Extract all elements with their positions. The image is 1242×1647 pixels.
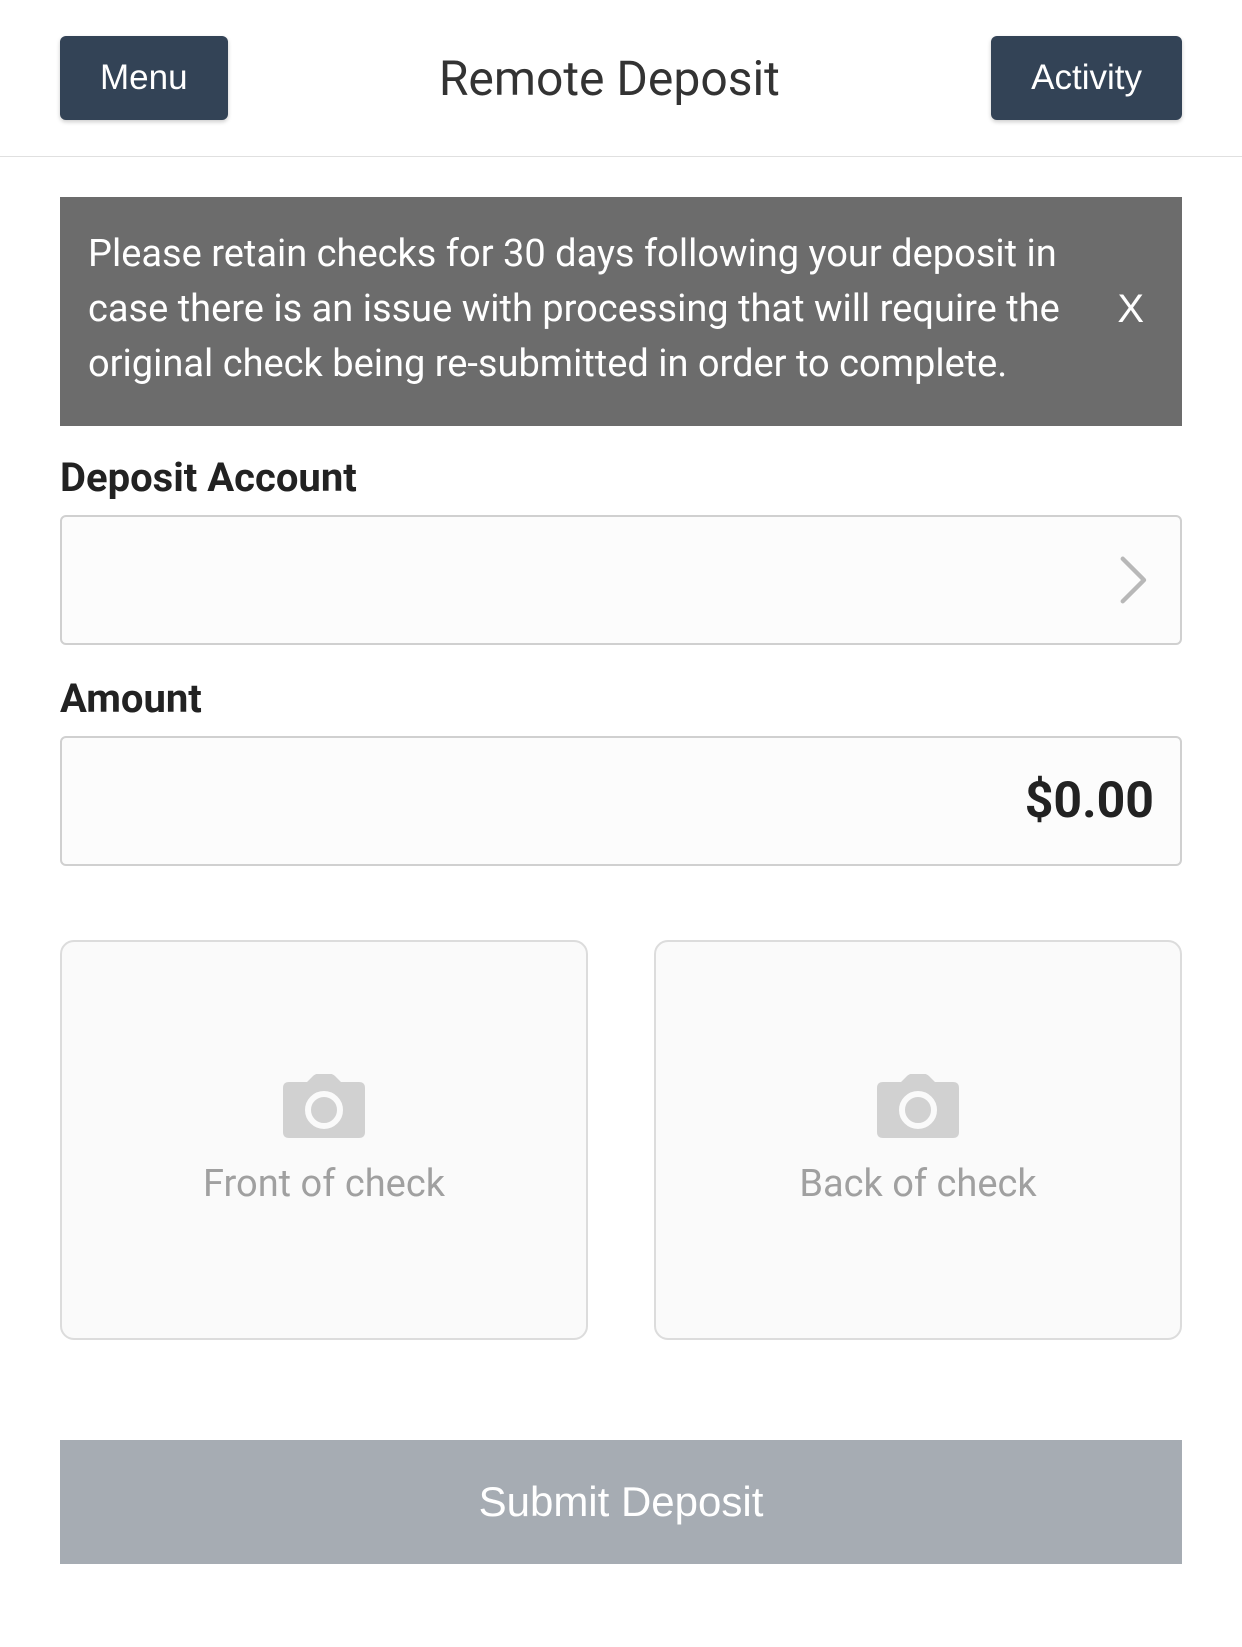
- amount-input[interactable]: $0.00: [60, 736, 1182, 866]
- close-icon[interactable]: X: [1107, 287, 1154, 332]
- amount-value: $0.00: [1025, 772, 1154, 830]
- menu-button[interactable]: Menu: [60, 36, 228, 120]
- header: Menu Remote Deposit Activity: [0, 0, 1242, 157]
- amount-label: Amount: [60, 675, 1182, 722]
- chevron-right-icon: [1118, 555, 1150, 605]
- camera-icon: [877, 1074, 959, 1138]
- submit-deposit-button[interactable]: Submit Deposit: [60, 1440, 1182, 1564]
- front-of-check-capture[interactable]: Front of check: [60, 940, 588, 1340]
- deposit-account-label: Deposit Account: [60, 454, 1182, 501]
- deposit-account-select[interactable]: [60, 515, 1182, 645]
- back-label: Back of check: [799, 1162, 1036, 1206]
- capture-row: Front of check Back of check: [60, 940, 1182, 1340]
- notice-text: Please retain checks for 30 days followi…: [88, 227, 1077, 392]
- camera-icon: [283, 1074, 365, 1138]
- notice-banner: Please retain checks for 30 days followi…: [60, 197, 1182, 426]
- activity-button[interactable]: Activity: [991, 36, 1182, 120]
- page-title: Remote Deposit: [228, 50, 992, 107]
- content: Please retain checks for 30 days followi…: [0, 157, 1242, 1564]
- front-label: Front of check: [203, 1162, 445, 1206]
- back-of-check-capture[interactable]: Back of check: [654, 940, 1182, 1340]
